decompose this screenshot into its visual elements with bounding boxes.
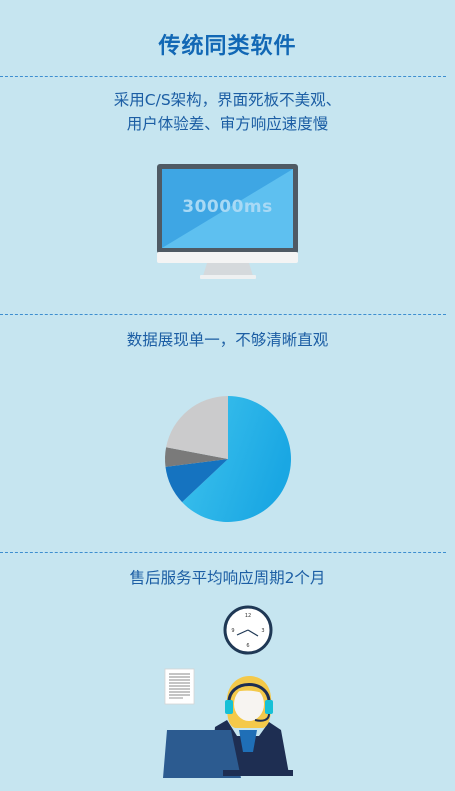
customer-service-icon — [163, 676, 293, 778]
clock-number: 9 — [231, 628, 234, 634]
divider — [0, 76, 446, 77]
clock-icon: 12 3 6 9 — [223, 605, 273, 655]
divider — [0, 552, 446, 553]
page-title: 传统同类软件 — [158, 34, 297, 59]
section-2-text: 数据展现单一，不够清晰直观 — [0, 328, 455, 352]
response-time-text: 30000ms — [182, 197, 272, 217]
monitor-icon: 30000ms — [157, 164, 298, 279]
divider — [0, 314, 446, 315]
section-2-line-1: 数据展现单一，不够清晰直观 — [126, 331, 329, 349]
monitor-bezel — [157, 252, 298, 263]
agent-face — [234, 687, 264, 721]
section-1-line-2: 用户体验差、审方响应速度慢 — [126, 115, 329, 133]
monitor-base — [200, 275, 256, 279]
pie-chart-icon — [165, 396, 291, 522]
clock-number: 6 — [246, 643, 249, 649]
section-3-line-1: 售后服务平均响应周期2个月 — [129, 569, 326, 587]
headset-ear-right — [265, 700, 273, 714]
headset-ear-left — [225, 700, 233, 714]
section-1-line-1: 采用C/S架构，界面死板不美观、 — [113, 91, 342, 109]
monitor-stand — [203, 263, 253, 276]
clock-number: 12 — [245, 613, 251, 619]
laptop-base — [223, 770, 293, 776]
clock-number: 3 — [261, 628, 264, 634]
section-1-text: 采用C/S架构，界面死板不美观、 用户体验差、审方响应速度慢 — [0, 88, 455, 136]
section-3-text: 售后服务平均响应周期2个月 — [0, 566, 455, 590]
